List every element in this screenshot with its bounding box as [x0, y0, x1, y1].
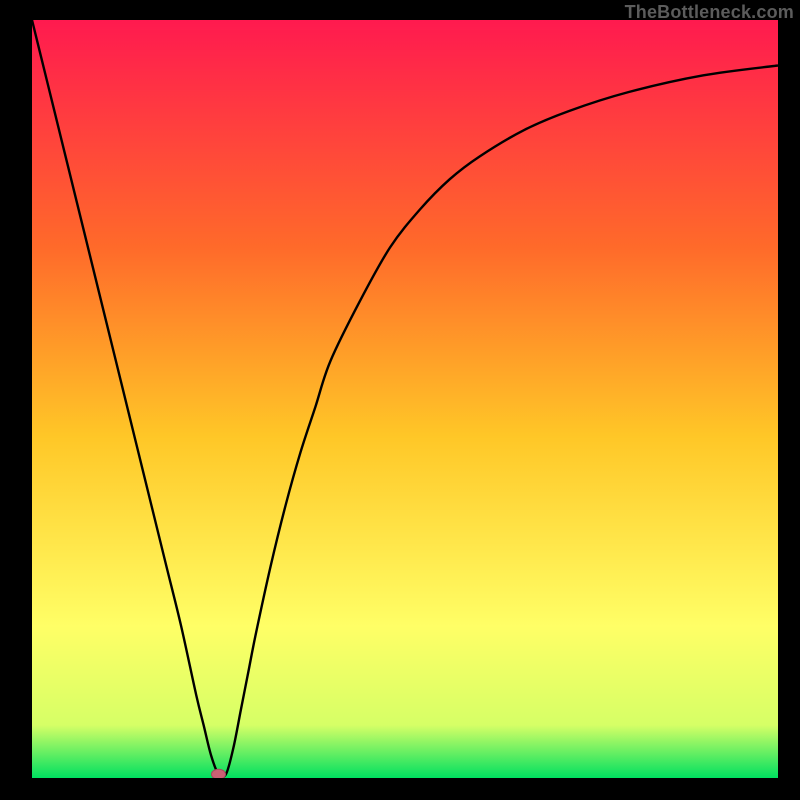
plot-area: [32, 20, 778, 778]
chart-frame: TheBottleneck.com: [0, 0, 800, 800]
gradient-background: [32, 20, 778, 778]
watermark-text: TheBottleneck.com: [625, 2, 794, 23]
minimum-marker: [212, 769, 226, 778]
bottleneck-chart: [32, 20, 778, 778]
